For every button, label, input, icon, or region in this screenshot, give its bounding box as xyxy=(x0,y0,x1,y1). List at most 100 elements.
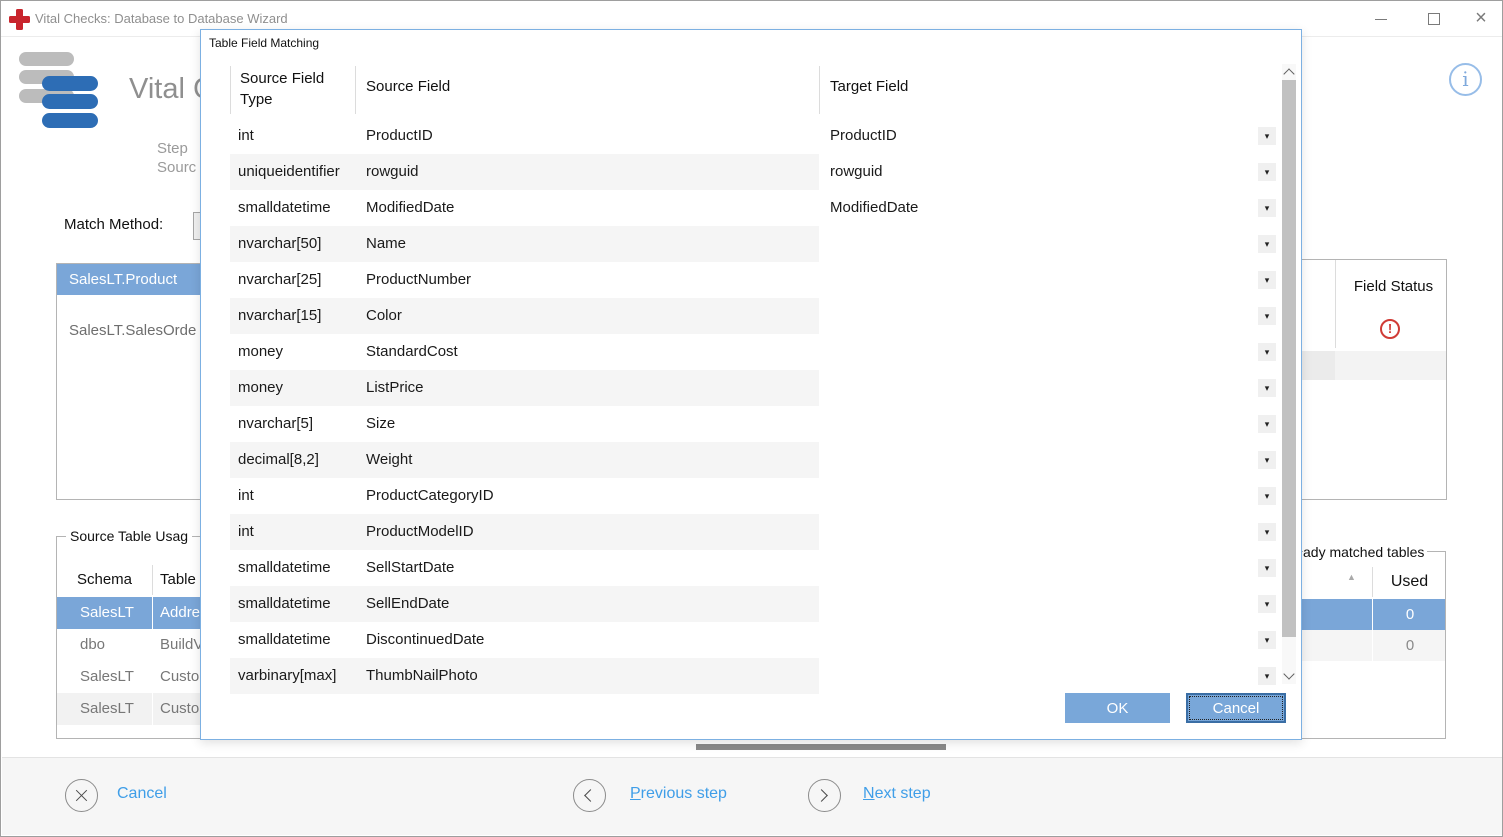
field-matching-row: smalldatetimeDiscontinuedDate ▾ xyxy=(201,622,1281,658)
logo-bar xyxy=(19,52,74,66)
source-field-cell: Color xyxy=(366,307,402,324)
target-field-dropdown-button[interactable]: ▾ xyxy=(1258,523,1276,541)
app-logo-plus-icon xyxy=(9,9,30,30)
matched-tables-label: ady matched tables xyxy=(1303,544,1427,560)
source-field-type-cell: nvarchar[50] xyxy=(238,226,366,262)
target-field-dropdown-button[interactable]: ▾ xyxy=(1258,271,1276,289)
source-field-cells: nvarchar[5]Size xyxy=(230,406,819,442)
field-matching-row: nvarchar[25]ProductNumber ▾ xyxy=(201,262,1281,298)
field-matching-row: nvarchar[50]Name ▾ xyxy=(201,226,1281,262)
target-field-dropdown-button[interactable]: ▾ xyxy=(1258,415,1276,433)
next-step-label-head: N xyxy=(863,785,875,802)
field-matching-row: smalldatetimeSellEndDate ▾ xyxy=(201,586,1281,622)
target-field-dropdown-button[interactable]: ▾ xyxy=(1258,451,1276,469)
source-field-cells: smalldatetimeSellStartDate xyxy=(230,550,819,586)
field-matching-row: smalldatetimeSellStartDate ▾ xyxy=(201,550,1281,586)
minimize-button[interactable] xyxy=(1358,1,1404,37)
maximize-button[interactable] xyxy=(1411,1,1457,37)
source-field-cells: nvarchar[15]Color xyxy=(230,298,819,334)
chevron-down-icon: ▾ xyxy=(1265,671,1270,681)
source-table-usage-label: Source Table Usag xyxy=(66,528,192,544)
field-matching-row: uniqueidentifierrowguid rowguid ▾ xyxy=(201,154,1281,190)
used-count-cell: 0 xyxy=(1372,630,1447,661)
column-divider xyxy=(230,66,231,114)
next-step-circle-icon[interactable] xyxy=(808,779,841,812)
column-divider xyxy=(355,66,356,114)
target-field-dropdown-button[interactable]: ▾ xyxy=(1258,343,1276,361)
vertical-scrollbar-thumb[interactable] xyxy=(1282,80,1296,637)
chevron-down-icon: ▾ xyxy=(1265,491,1270,501)
info-icon[interactable]: i xyxy=(1449,63,1482,96)
source-field-type-cell: money xyxy=(238,334,366,370)
target-field-dropdown-button[interactable]: ▾ xyxy=(1258,127,1276,145)
column-divider xyxy=(1335,260,1336,348)
field-matching-row: smalldatetimeModifiedDate ModifiedDate ▾ xyxy=(201,190,1281,226)
cancel-circle-icon[interactable] xyxy=(65,779,98,812)
sort-ascending-icon[interactable]: ▲ xyxy=(1347,572,1356,582)
target-field-dropdown-button[interactable]: ▾ xyxy=(1258,595,1276,613)
table-column-header[interactable]: Table xyxy=(160,565,196,595)
warning-icon: ! xyxy=(1380,319,1400,339)
source-field-cell: SellStartDate xyxy=(366,559,454,576)
target-field-dropdown-button[interactable]: ▾ xyxy=(1258,307,1276,325)
source-field-type-cell: int xyxy=(238,118,366,154)
source-table-row-label: SalesLT.SalesOrde xyxy=(69,322,196,339)
usage-schema-cell: SalesLT xyxy=(80,597,134,629)
source-field-type-cell: money xyxy=(238,370,366,406)
chevron-down-icon: ▾ xyxy=(1265,347,1270,357)
source-field-type-cell: smalldatetime xyxy=(238,622,366,658)
column-divider xyxy=(152,693,153,725)
usage-schema-cell: SalesLT xyxy=(80,693,134,725)
chevron-down-icon: ▾ xyxy=(1265,167,1270,177)
chevron-down-icon: ▾ xyxy=(1265,419,1270,429)
source-field-cells: smalldatetimeDiscontinuedDate xyxy=(230,622,819,658)
previous-step-button[interactable]: Previous step xyxy=(630,785,727,803)
vertical-scrollbar[interactable] xyxy=(1282,64,1296,684)
wizard-cancel-button[interactable]: Cancel xyxy=(117,785,167,803)
next-step-button[interactable]: Next step xyxy=(863,785,931,803)
close-button[interactable]: × xyxy=(1458,1,1503,37)
target-field-dropdown-button[interactable]: ▾ xyxy=(1258,379,1276,397)
used-count-cell: 0 xyxy=(1372,599,1447,630)
chevron-down-icon: ▾ xyxy=(1265,239,1270,249)
source-field-cells: intProductID xyxy=(230,118,819,154)
target-field-column-header: Target Field xyxy=(830,78,908,95)
chevron-down-icon: ▾ xyxy=(1265,275,1270,285)
logo-bar xyxy=(42,113,98,128)
chevron-left-icon xyxy=(584,789,597,802)
field-matching-row: moneyStandardCost ▾ xyxy=(201,334,1281,370)
source-field-cells: decimal[8,2]Weight xyxy=(230,442,819,478)
source-field-type-cell: nvarchar[15] xyxy=(238,298,366,334)
source-field-type-column-header: Source Field Type xyxy=(240,68,350,110)
field-matching-row: nvarchar[5]Size ▾ xyxy=(201,406,1281,442)
source-field-type-cell: smalldatetime xyxy=(238,550,366,586)
scroll-down-icon[interactable] xyxy=(1283,668,1294,679)
horizontal-scrollbar-thumb[interactable] xyxy=(696,744,946,750)
target-field-dropdown-button[interactable]: ▾ xyxy=(1258,559,1276,577)
cancel-button[interactable]: Cancel xyxy=(1186,693,1286,723)
source-field-cell: SellEndDate xyxy=(366,595,449,612)
chevron-down-icon: ▾ xyxy=(1265,635,1270,645)
target-field-dropdown-button[interactable]: ▾ xyxy=(1258,235,1276,253)
field-matching-row: varbinary[max]ThumbNailPhoto ▾ xyxy=(201,658,1281,694)
schema-column-header[interactable]: Schema xyxy=(57,565,152,595)
source-field-cells: nvarchar[50]Name xyxy=(230,226,819,262)
ok-button[interactable]: OK xyxy=(1065,693,1170,723)
target-field-dropdown-button[interactable]: ▾ xyxy=(1258,163,1276,181)
column-divider xyxy=(152,629,153,661)
source-field-cells: smalldatetimeModifiedDate xyxy=(230,190,819,226)
target-field-dropdown-button[interactable]: ▾ xyxy=(1258,667,1276,685)
used-column-header[interactable]: Used xyxy=(1372,567,1447,597)
previous-step-circle-icon[interactable] xyxy=(573,779,606,812)
source-field-cell: StandardCost xyxy=(366,343,458,360)
target-field-dropdown-button[interactable]: ▾ xyxy=(1258,487,1276,505)
logo-bar xyxy=(42,76,98,91)
target-field-cell: rowguid xyxy=(830,154,883,190)
scroll-up-icon[interactable] xyxy=(1283,68,1294,79)
target-field-dropdown-button[interactable]: ▾ xyxy=(1258,199,1276,217)
field-matching-row: nvarchar[15]Color ▾ xyxy=(201,298,1281,334)
source-field-type-cell: int xyxy=(238,514,366,550)
target-field-dropdown-button[interactable]: ▾ xyxy=(1258,631,1276,649)
chevron-down-icon: ▾ xyxy=(1265,311,1270,321)
close-icon: × xyxy=(1475,7,1487,29)
